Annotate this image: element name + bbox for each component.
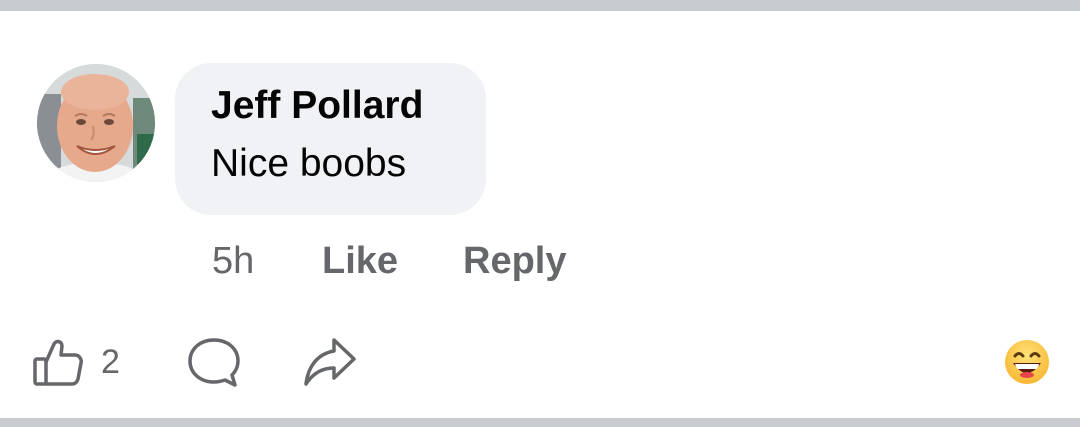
avatar[interactable]: [37, 64, 155, 182]
top-divider: [0, 0, 1080, 11]
comment-bubble-icon[interactable]: [186, 336, 242, 393]
thumbs-up-icon[interactable]: [32, 336, 84, 393]
comment-author[interactable]: Jeff Pollard: [211, 83, 486, 129]
bottom-divider: [0, 418, 1080, 427]
grinning-face-emoji-icon[interactable]: [1004, 339, 1050, 390]
comment-like-link[interactable]: Like: [322, 238, 398, 284]
share-arrow-icon[interactable]: [302, 334, 358, 393]
comment-reply-link[interactable]: Reply: [463, 238, 566, 284]
comment-bubble[interactable]: Jeff Pollard Nice boobs: [175, 63, 486, 215]
avatar-photo: [37, 64, 155, 182]
comment-timestamp[interactable]: 5h: [212, 238, 254, 284]
like-count: 2: [101, 343, 120, 381]
comment-text: Nice boobs: [211, 142, 407, 185]
